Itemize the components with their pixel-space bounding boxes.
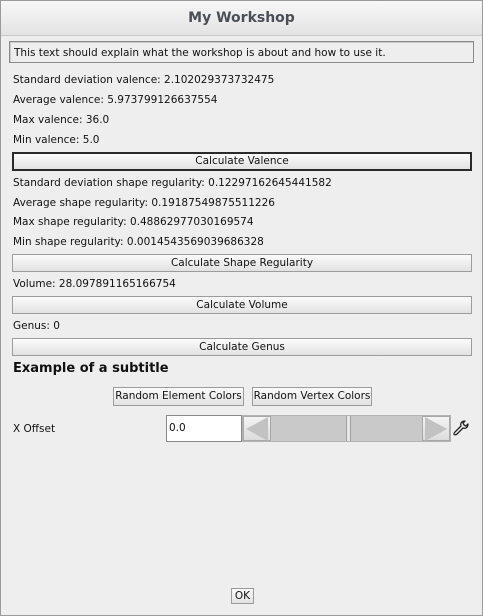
slider-left-arrow-icon[interactable] — [243, 416, 271, 441]
slider-thumb[interactable] — [346, 416, 351, 441]
std-shape-regularity-text: Standard deviation shape regularity: 0.1… — [13, 177, 332, 189]
x-offset-input[interactable]: 0.0 — [166, 415, 242, 442]
random-element-colors-button[interactable]: Random Element Colors — [113, 387, 244, 406]
calculate-volume-button[interactable]: Calculate Volume — [12, 296, 472, 314]
workshop-window: My Workshop This text should explain wha… — [0, 0, 483, 616]
slider-right-arrow-icon[interactable] — [422, 416, 450, 441]
random-vertex-colors-button[interactable]: Random Vertex Colors — [252, 387, 372, 406]
std-valence-text: Standard deviation valence: 2.1020293737… — [13, 74, 275, 86]
wrench-icon[interactable] — [452, 419, 470, 437]
calculate-genus-button[interactable]: Calculate Genus — [12, 338, 472, 356]
min-valence-text: Min valence: 5.0 — [13, 134, 100, 146]
avg-shape-regularity-text: Average shape regularity: 0.191875498755… — [13, 197, 275, 209]
x-offset-slider[interactable] — [242, 415, 451, 442]
min-shape-regularity-text: Min shape regularity: 0.0014543569039686… — [13, 236, 264, 248]
genus-text: Genus: 0 — [13, 320, 60, 332]
max-valence-text: Max valence: 36.0 — [13, 114, 110, 126]
avg-valence-text: Average valence: 5.973799126637554 — [13, 94, 218, 106]
max-shape-regularity-text: Max shape regularity: 0.4886297703016957… — [13, 216, 254, 228]
subtitle: Example of a subtitle — [13, 361, 169, 376]
volume-text: Volume: 28.097891165166754 — [13, 278, 176, 290]
calculate-shape-regularity-button[interactable]: Calculate Shape Regularity — [12, 254, 472, 272]
calculate-valence-button[interactable]: Calculate Valence — [12, 152, 472, 171]
window-title: My Workshop — [1, 1, 482, 36]
x-offset-label: X Offset — [13, 423, 56, 435]
ok-button[interactable]: OK — [231, 588, 254, 604]
description-text: This text should explain what the worksh… — [9, 41, 474, 63]
